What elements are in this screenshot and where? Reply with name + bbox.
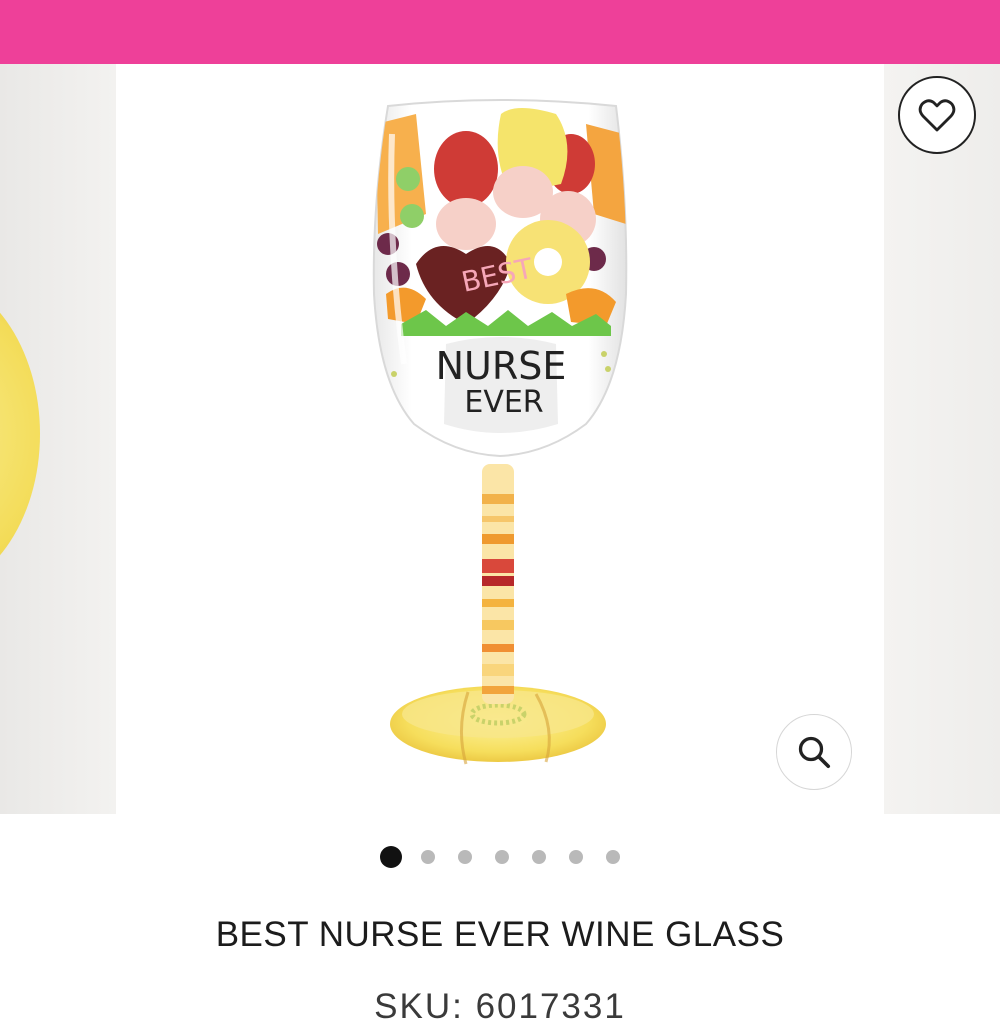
product-title: BEST NURSE EVER WINE GLASS [215,915,785,954]
wishlist-button[interactable] [898,76,976,154]
product-image: BEST NURSE EVER [372,99,628,765]
pagination-dot[interactable] [569,850,583,864]
top-accent-bar [0,0,1000,64]
pagination-dot[interactable] [458,850,472,864]
zoom-button[interactable] [776,714,852,790]
previous-slide-preview[interactable] [0,64,116,814]
glass-text-ever: EVER [464,385,543,420]
product-sku: SKU: 6017331 [374,987,626,1026]
pagination-dot[interactable] [495,850,509,864]
previous-slide-image [0,274,40,594]
pagination-dot-active[interactable] [380,846,402,868]
next-slide-preview[interactable] [884,64,1000,814]
product-image-carousel[interactable]: BEST NURSE EVER [0,64,1000,814]
heart-icon [918,99,956,132]
pagination-dot[interactable] [532,850,546,864]
current-slide[interactable]: BEST NURSE EVER [116,64,884,814]
pagination-dot[interactable] [421,850,435,864]
search-icon [798,736,831,769]
carousel-pagination [0,846,1000,868]
glass-text-nurse: NURSE [436,344,567,388]
pagination-dot[interactable] [606,850,620,864]
